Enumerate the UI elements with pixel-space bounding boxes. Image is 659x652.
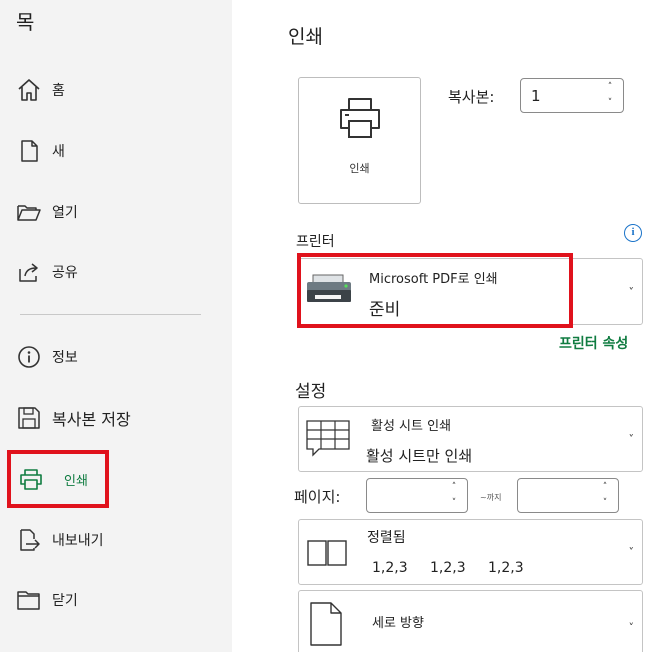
printer-properties-link[interactable]: 프린터 속성 bbox=[559, 333, 628, 353]
print-scope-title: 활성 시트 인쇄 bbox=[371, 419, 452, 434]
print-button[interactable]: 인쇄 bbox=[298, 77, 421, 204]
collated-icon bbox=[307, 540, 347, 566]
sidebar-item-close[interactable]: 닫기 bbox=[0, 580, 232, 620]
sidebar-item-label: 정보 bbox=[52, 350, 78, 366]
printer-section-label: 프린터 bbox=[296, 234, 335, 250]
sidebar-item-label: 내보내기 bbox=[52, 533, 104, 549]
open-folder-icon bbox=[17, 205, 41, 221]
sidebar-item-label: 홈 bbox=[52, 83, 65, 99]
sidebar-item-home[interactable]: 홈 bbox=[0, 70, 232, 110]
backstage-sidebar: 목 홈 새 열기 공유 정보 복사본 저장 인쇄 내보내기 닫기 bbox=[0, 0, 232, 652]
export-icon bbox=[20, 529, 40, 551]
chevron-down-icon: ˅ bbox=[628, 545, 635, 559]
sheet-grid-icon bbox=[306, 420, 350, 457]
collation-sequence-3: 1,2,3 bbox=[488, 560, 524, 576]
info-circle-icon[interactable]: i bbox=[624, 224, 642, 242]
stepper-arrows[interactable]: ˄ ˅ bbox=[600, 483, 610, 508]
portrait-page-icon bbox=[310, 602, 342, 646]
page-title: 인쇄 bbox=[288, 26, 323, 48]
chevron-up-icon[interactable]: ˄ bbox=[452, 483, 457, 492]
copies-label: 복사본: bbox=[448, 88, 495, 106]
pages-from-input[interactable]: ˄ ˅ bbox=[366, 478, 468, 513]
stepper-arrows[interactable]: ˄ ˅ bbox=[605, 83, 615, 108]
chevron-down-icon[interactable]: ˅ bbox=[603, 499, 608, 508]
collation-sequence-2: 1,2,3 bbox=[430, 560, 466, 576]
save-icon bbox=[18, 407, 40, 429]
print-scope-dropdown[interactable]: 활성 시트 인쇄 활성 시트만 인쇄 ˅ bbox=[298, 406, 643, 472]
sidebar-item-save-copy[interactable]: 복사본 저장 bbox=[0, 398, 232, 438]
close-folder-icon bbox=[17, 591, 40, 610]
orientation-dropdown[interactable]: 세로 방향 ˅ bbox=[298, 590, 643, 652]
orientation-title: 세로 방향 bbox=[372, 616, 424, 631]
sidebar-item-label: 복사본 저장 bbox=[52, 410, 131, 429]
chevron-up-icon[interactable]: ˄ bbox=[608, 83, 613, 92]
pages-label: 페이지: bbox=[294, 488, 341, 506]
info-icon bbox=[18, 346, 40, 368]
chevron-down-icon: ˅ bbox=[628, 285, 635, 298]
sidebar-title: 목 bbox=[16, 10, 35, 34]
sidebar-divider bbox=[20, 314, 201, 315]
sidebar-item-label: 열기 bbox=[52, 205, 78, 221]
chevron-down-icon[interactable]: ˅ bbox=[452, 499, 457, 508]
collation-dropdown[interactable]: 정렬됨 1,2,3 1,2,3 1,2,3 ˅ bbox=[298, 519, 643, 585]
printer-highlight bbox=[297, 253, 573, 328]
print-scope-value: 활성 시트만 인쇄 bbox=[366, 447, 473, 465]
share-icon bbox=[19, 263, 38, 282]
sidebar-item-share[interactable]: 공유 bbox=[0, 252, 232, 292]
stepper-arrows[interactable]: ˄ ˅ bbox=[449, 483, 459, 508]
sidebar-item-new[interactable]: 새 bbox=[0, 131, 232, 171]
collation-sequence-1: 1,2,3 bbox=[372, 560, 408, 576]
new-document-icon bbox=[21, 140, 38, 162]
sidebar-item-label: 공유 bbox=[52, 265, 78, 281]
collation-title: 정렬됨 bbox=[367, 530, 406, 546]
chevron-up-icon[interactable]: ˄ bbox=[603, 483, 608, 492]
copies-stepper[interactable]: 1 ˄ ˅ bbox=[520, 78, 624, 113]
printer-icon bbox=[340, 98, 380, 138]
sidebar-item-label: 새 bbox=[52, 144, 65, 160]
pages-to-input[interactable]: ˄ ˅ bbox=[517, 478, 619, 513]
sidebar-item-open[interactable]: 열기 bbox=[0, 192, 232, 232]
settings-label: 설정 bbox=[295, 382, 327, 402]
pages-to-label: ~까지 bbox=[480, 493, 502, 502]
sidebar-item-export[interactable]: 내보내기 bbox=[0, 520, 232, 560]
chevron-down-icon: ˅ bbox=[628, 432, 635, 446]
chevron-down-icon: ˅ bbox=[628, 621, 635, 634]
sidebar-item-label: 닫기 bbox=[52, 593, 78, 609]
home-icon bbox=[18, 79, 40, 101]
print-nav-highlight bbox=[7, 450, 109, 508]
print-button-label: 인쇄 bbox=[349, 162, 370, 175]
copies-value: 1 bbox=[531, 86, 541, 105]
sidebar-item-info[interactable]: 정보 bbox=[0, 337, 232, 377]
chevron-down-icon[interactable]: ˅ bbox=[608, 99, 613, 108]
